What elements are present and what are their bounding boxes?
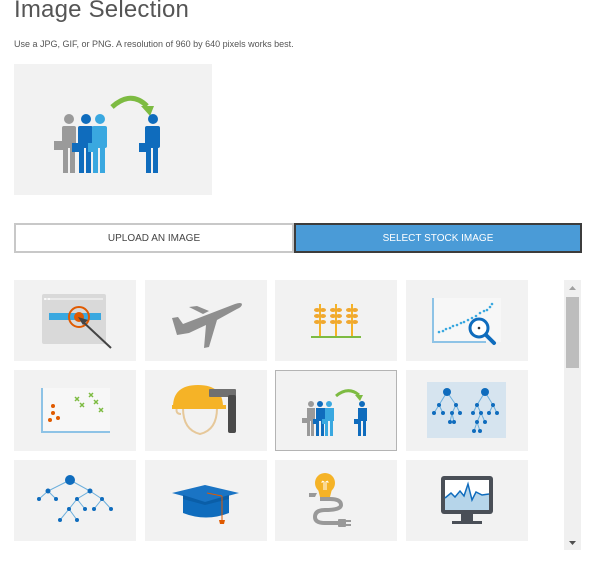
decision-tree-icon bbox=[37, 475, 113, 522]
stock-image-tile[interactable] bbox=[145, 280, 267, 361]
chevron-down-icon bbox=[569, 540, 576, 545]
tab-upload-image[interactable]: UPLOAD AN IMAGE bbox=[14, 223, 294, 253]
stock-image-tile[interactable] bbox=[406, 370, 528, 451]
stock-image-tile[interactable] bbox=[14, 370, 136, 451]
stock-image-tile[interactable] bbox=[145, 370, 267, 451]
scrollbar[interactable] bbox=[564, 280, 581, 550]
image-source-tabs: UPLOAD AN IMAGE SELECT STOCK IMAGE bbox=[14, 223, 582, 253]
stock-image-grid bbox=[14, 280, 534, 550]
scatter-magnifier-icon bbox=[432, 298, 501, 345]
stock-image-tile[interactable] bbox=[275, 370, 397, 451]
people-transfer-icon bbox=[54, 95, 160, 173]
graduation-cap-icon bbox=[172, 485, 239, 524]
people-transfer-icon bbox=[302, 389, 367, 436]
stock-image-tile[interactable] bbox=[145, 460, 267, 541]
stock-image-tile[interactable] bbox=[275, 280, 397, 361]
chevron-up-icon bbox=[569, 285, 576, 290]
airplane-icon bbox=[172, 303, 242, 348]
page-subtitle: Use a JPG, GIF, or PNG. A resolution of … bbox=[14, 39, 294, 49]
stock-image-tile[interactable] bbox=[14, 460, 136, 541]
stock-image-tile[interactable] bbox=[14, 280, 136, 361]
wheat-crops-icon bbox=[311, 304, 361, 338]
stock-image-tile[interactable] bbox=[406, 460, 528, 541]
image-preview bbox=[14, 64, 212, 195]
cluster-scatter-icon bbox=[41, 388, 110, 433]
scroll-up-button[interactable] bbox=[564, 280, 581, 295]
target-click-icon bbox=[42, 294, 112, 349]
stock-image-tile[interactable] bbox=[275, 460, 397, 541]
scrollbar-thumb[interactable] bbox=[566, 297, 579, 368]
stock-image-tile[interactable] bbox=[406, 280, 528, 361]
construction-worker-hammer-icon bbox=[172, 385, 236, 436]
decision-forest-icon bbox=[427, 382, 506, 438]
lightbulb-plug-icon bbox=[309, 473, 351, 527]
monitor-chart-icon bbox=[441, 476, 493, 524]
tab-select-stock-image[interactable]: SELECT STOCK IMAGE bbox=[294, 223, 582, 253]
scroll-down-button[interactable] bbox=[564, 535, 581, 550]
page-title: Image Selection bbox=[14, 0, 190, 23]
